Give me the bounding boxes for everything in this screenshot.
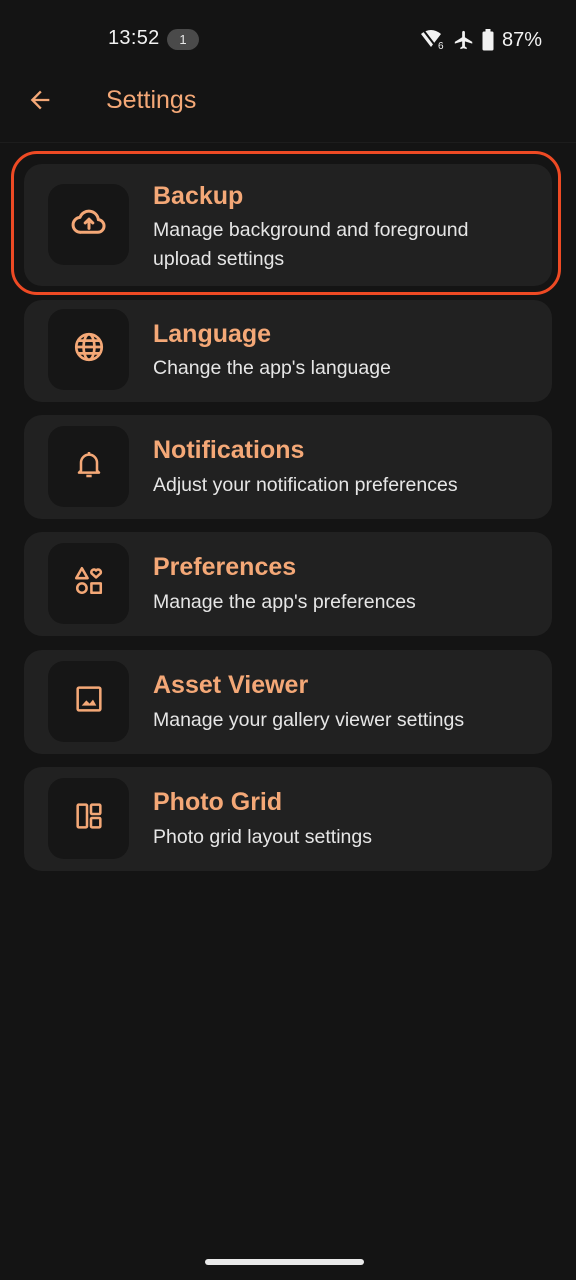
settings-item-title: Asset Viewer: [153, 671, 309, 699]
settings-item-subtitle: Manage background and foreground upload …: [153, 219, 469, 270]
bell-icon: [73, 448, 105, 485]
settings-item-icon-tile: [48, 661, 129, 742]
settings-item-icon-tile: [48, 184, 129, 265]
battery-percentage: 87%: [501, 28, 542, 51]
app-bar-divider: [0, 142, 576, 143]
settings-item-subtitle: Manage the app's preferences: [153, 591, 416, 613]
wifi-icon: 6: [420, 29, 446, 51]
image-icon: [73, 683, 105, 720]
settings-item-title: Photo Grid: [153, 788, 283, 816]
back-button[interactable]: [16, 78, 64, 126]
settings-item-backup[interactable]: Backup Manage background and foreground …: [24, 164, 552, 286]
shapes-icon: [72, 564, 106, 603]
settings-item-subtitle: Adjust your notification preferences: [153, 474, 458, 496]
settings-item-icon-tile: [48, 426, 129, 507]
airplane-mode-icon: [453, 29, 475, 51]
status-time: 13:52: [108, 27, 160, 49]
battery-icon: [482, 29, 494, 51]
settings-item-title: Preferences: [153, 553, 297, 581]
settings-item-title: Backup: [153, 182, 244, 210]
settings-item-asset-viewer[interactable]: Asset Viewer Manage your gallery viewer …: [24, 650, 552, 754]
settings-item-icon-tile: [48, 543, 129, 624]
settings-item-icon-tile: [48, 778, 129, 859]
settings-item-title: Notifications: [153, 436, 305, 464]
settings-item-subtitle: Photo grid layout settings: [153, 826, 372, 848]
arrow-back-icon: [26, 86, 54, 119]
status-icons: 6 87%: [420, 28, 542, 52]
globe-icon: [72, 330, 106, 369]
svg-text:6: 6: [438, 41, 444, 51]
home-indicator[interactable]: [205, 1259, 364, 1265]
notification-count-badge: 1: [167, 29, 199, 50]
settings-item-subtitle: Manage your gallery viewer settings: [153, 709, 465, 731]
settings-item-photo-grid[interactable]: Photo Grid Photo grid layout settings: [24, 767, 552, 871]
cloud-upload-icon: [70, 203, 108, 246]
grid-layout-icon: [73, 800, 105, 837]
settings-item-icon-tile: [48, 309, 129, 390]
settings-item-title: Language: [153, 320, 272, 348]
app-bar: Settings: [0, 62, 576, 142]
settings-item-notifications[interactable]: Notifications Adjust your notification p…: [24, 415, 552, 519]
page-title: Settings: [106, 86, 197, 114]
settings-item-subtitle: Change the app's language: [153, 357, 391, 379]
settings-item-preferences[interactable]: Preferences Manage the app's preferences: [24, 532, 552, 636]
settings-item-language[interactable]: Language Change the app's language: [24, 300, 552, 402]
